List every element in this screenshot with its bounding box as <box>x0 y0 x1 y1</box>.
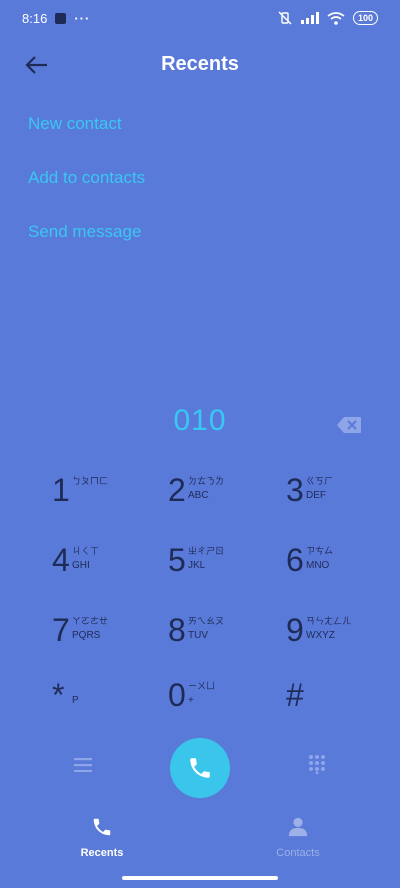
key-digit: # <box>286 677 304 713</box>
tab-recents[interactable]: Recents <box>42 816 162 859</box>
key-letters: DEF <box>306 490 326 501</box>
key-2[interactable]: 2 ㄉㄊㄋㄌ ABC <box>168 470 288 520</box>
status-time: 8:16 <box>22 10 48 26</box>
key-letters: GHI <box>72 560 90 571</box>
person-icon <box>288 817 308 837</box>
key-letters: + <box>188 695 194 706</box>
key-6[interactable]: 6 ㄗㄘㄙ MNO <box>286 540 400 590</box>
status-bar: 8:16 ··· 100 <box>0 0 400 36</box>
status-right: 100 <box>277 11 378 25</box>
key-zhuyin: ㄍㄎㄏ <box>306 476 334 486</box>
bottom-tabs: Recents Contacts <box>0 816 400 864</box>
key-letters: MNO <box>306 560 330 571</box>
key-zhuyin: ㄢㄣㄤㄥㄦ <box>306 616 352 626</box>
key-letters: JKL <box>188 560 206 571</box>
key-digit: 5 <box>168 542 186 578</box>
key-zhuyin: ㄅㄆㄇㄈ <box>72 476 109 486</box>
tab-contacts[interactable]: Contacts <box>238 816 358 859</box>
key-digit: 9 <box>286 612 304 648</box>
keypad: 1 ㄅㄆㄇㄈ 2 ㄉㄊㄋㄌ ABC 3 ㄍㄎㄏ DEF 4 ㄐㄑㄒ GHI 5 … <box>0 470 400 730</box>
key-digit: * <box>52 677 65 713</box>
tab-label: Recents <box>80 847 124 859</box>
key-hash[interactable]: # <box>286 675 400 725</box>
key-digit: 7 <box>52 612 70 648</box>
phone-call-icon <box>190 758 210 778</box>
key-zhuyin: ㄗㄘㄙ <box>306 546 334 556</box>
key-digit: 6 <box>286 542 304 578</box>
key-9[interactable]: 9 ㄢㄣㄤㄥㄦ WXYZ <box>286 610 400 660</box>
home-indicator <box>122 876 278 880</box>
notification-square-icon <box>55 12 67 24</box>
key-letters: P <box>72 695 79 706</box>
key-zhuyin: ㄧㄨㄩ <box>188 681 216 691</box>
key-letters: WXYZ <box>306 630 335 641</box>
backspace-icon[interactable] <box>336 416 362 434</box>
notification-dots: ··· <box>74 10 91 26</box>
action-list: New contact Add to contacts Send message <box>28 108 145 270</box>
bottom-controls <box>0 736 400 800</box>
key-zhuyin: ㄉㄊㄋㄌ <box>188 476 225 486</box>
page-title: Recents <box>161 52 239 75</box>
key-8[interactable]: 8 ㄞㄟㄠㄡ TUV <box>168 610 288 660</box>
key-digit: 1 <box>52 472 70 508</box>
dialed-number-row: 010 <box>0 404 400 444</box>
add-to-contacts-link[interactable]: Add to contacts <box>28 162 145 216</box>
key-star[interactable]: * P <box>52 675 172 725</box>
key-1[interactable]: 1 ㄅㄆㄇㄈ <box>52 470 172 520</box>
status-left: 8:16 ··· <box>22 11 90 26</box>
key-7[interactable]: 7 ㄚㄛㄜㄝ PQRS <box>52 610 172 660</box>
phone-icon <box>93 818 111 836</box>
signal-icon <box>300 12 319 24</box>
wifi-icon <box>327 11 345 25</box>
key-zhuyin: ㄓㄔㄕㄖ <box>188 546 225 556</box>
key-digit: 8 <box>168 612 186 648</box>
key-zhuyin: ㄐㄑㄒ <box>72 546 100 556</box>
key-digit: 0 <box>168 677 186 713</box>
call-button[interactable] <box>170 738 230 798</box>
tab-label: Contacts <box>276 847 320 859</box>
key-zhuyin: ㄞㄟㄠㄡ <box>188 616 225 626</box>
back-arrow-icon <box>25 56 47 74</box>
key-letters: TUV <box>188 630 208 641</box>
back-button[interactable] <box>22 50 52 80</box>
dialpad-icon[interactable] <box>308 754 326 774</box>
menu-icon[interactable] <box>74 758 92 772</box>
vibrate-off-icon <box>278 11 292 25</box>
battery-indicator: 100 <box>352 11 378 25</box>
key-letters: ABC <box>188 490 209 501</box>
key-digit: 4 <box>52 542 70 578</box>
header: Recents <box>0 40 400 88</box>
key-letters: PQRS <box>72 630 101 641</box>
key-digit: 3 <box>286 472 304 508</box>
key-4[interactable]: 4 ㄐㄑㄒ GHI <box>52 540 172 590</box>
key-0[interactable]: 0 ㄧㄨㄩ + <box>168 675 288 725</box>
send-message-link[interactable]: Send message <box>28 216 145 270</box>
key-zhuyin: ㄚㄛㄜㄝ <box>72 616 109 626</box>
key-3[interactable]: 3 ㄍㄎㄏ DEF <box>286 470 400 520</box>
new-contact-link[interactable]: New contact <box>28 108 145 162</box>
key-5[interactable]: 5 ㄓㄔㄕㄖ JKL <box>168 540 288 590</box>
key-digit: 2 <box>168 472 186 508</box>
